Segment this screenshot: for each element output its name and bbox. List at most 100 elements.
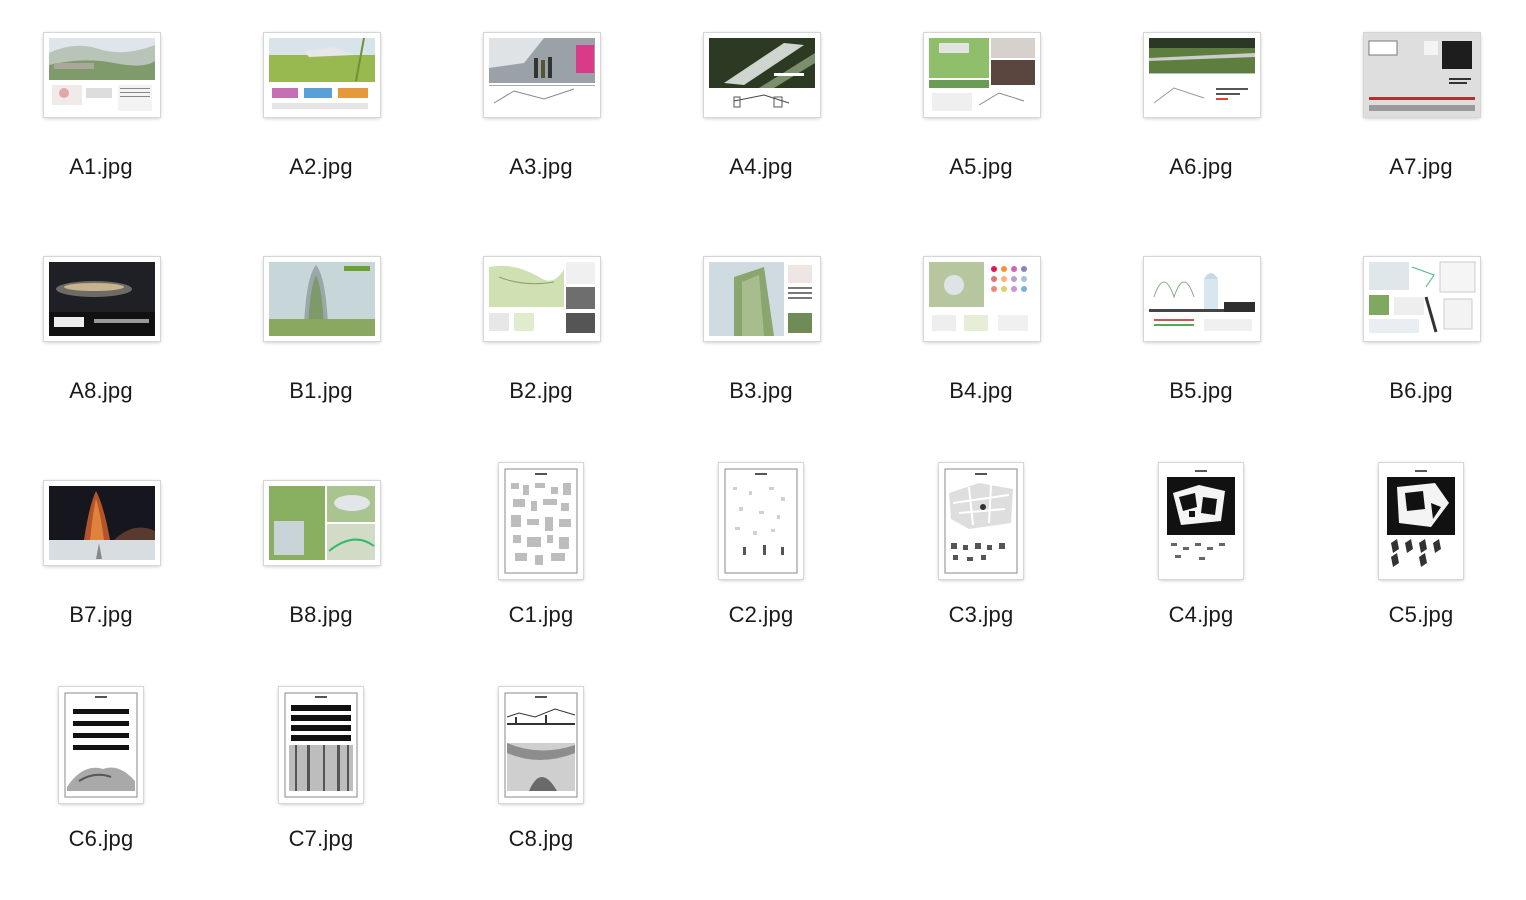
file-name-label[interactable]: C1.jpg bbox=[451, 602, 631, 628]
file-item[interactable]: B3.jpg bbox=[671, 224, 851, 448]
file-item[interactable]: A1.jpg bbox=[11, 0, 191, 224]
file-thumbnail-area[interactable] bbox=[671, 0, 851, 150]
thumbnail-preview bbox=[44, 481, 160, 565]
file-name-label[interactable]: C4.jpg bbox=[1111, 602, 1291, 628]
file-name-label[interactable]: C3.jpg bbox=[891, 602, 1071, 628]
image-thumbnail[interactable] bbox=[1364, 33, 1480, 117]
file-item[interactable]: A7.jpg bbox=[1331, 0, 1511, 224]
thumbnail-preview bbox=[704, 257, 820, 341]
file-thumbnail-area[interactable] bbox=[451, 224, 631, 374]
image-thumbnail[interactable] bbox=[499, 463, 583, 579]
file-name-label[interactable]: B2.jpg bbox=[451, 378, 631, 404]
file-thumbnail-area[interactable] bbox=[671, 224, 851, 374]
image-thumbnail[interactable] bbox=[1144, 33, 1260, 117]
thumbnail-preview bbox=[279, 687, 363, 803]
file-thumbnail-area[interactable] bbox=[891, 448, 1071, 598]
file-name-label[interactable]: A6.jpg bbox=[1111, 154, 1291, 180]
file-name-label[interactable]: B3.jpg bbox=[671, 378, 851, 404]
file-item[interactable]: C5.jpg bbox=[1331, 448, 1511, 672]
image-thumbnail[interactable] bbox=[44, 481, 160, 565]
file-name-label[interactable]: A5.jpg bbox=[891, 154, 1071, 180]
file-name-label[interactable]: B1.jpg bbox=[231, 378, 411, 404]
file-name-label[interactable]: A8.jpg bbox=[11, 378, 191, 404]
image-thumbnail[interactable] bbox=[719, 463, 803, 579]
file-name-label[interactable]: C2.jpg bbox=[671, 602, 851, 628]
image-thumbnail[interactable] bbox=[279, 687, 363, 803]
file-item[interactable]: A4.jpg bbox=[671, 0, 851, 224]
file-thumbnail-area[interactable] bbox=[1331, 448, 1511, 598]
file-thumbnail-area[interactable] bbox=[231, 672, 411, 822]
file-item[interactable]: A2.jpg bbox=[231, 0, 411, 224]
image-thumbnail[interactable] bbox=[704, 33, 820, 117]
file-name-label[interactable]: A7.jpg bbox=[1331, 154, 1511, 180]
file-item[interactable]: C4.jpg bbox=[1111, 448, 1291, 672]
file-thumbnail-area[interactable] bbox=[1331, 224, 1511, 374]
image-thumbnail[interactable] bbox=[704, 257, 820, 341]
file-item[interactable]: A3.jpg bbox=[451, 0, 631, 224]
file-name-label[interactable]: A1.jpg bbox=[11, 154, 191, 180]
image-thumbnail[interactable] bbox=[1144, 257, 1260, 341]
file-item[interactable]: C6.jpg bbox=[11, 672, 191, 896]
file-thumbnail-area[interactable] bbox=[891, 224, 1071, 374]
file-thumbnail-area[interactable] bbox=[231, 448, 411, 598]
image-thumbnail[interactable] bbox=[59, 687, 143, 803]
file-item[interactable]: B1.jpg bbox=[231, 224, 411, 448]
file-name-label[interactable]: C7.jpg bbox=[231, 826, 411, 852]
file-name-label[interactable]: C5.jpg bbox=[1331, 602, 1511, 628]
file-name-label[interactable]: B7.jpg bbox=[11, 602, 191, 628]
image-thumbnail[interactable] bbox=[44, 257, 160, 341]
file-item[interactable]: A5.jpg bbox=[891, 0, 1071, 224]
file-thumbnail-area[interactable] bbox=[1111, 224, 1291, 374]
file-item[interactable]: C3.jpg bbox=[891, 448, 1071, 672]
file-item[interactable]: B2.jpg bbox=[451, 224, 631, 448]
file-name-label[interactable]: B5.jpg bbox=[1111, 378, 1291, 404]
file-thumbnail-area[interactable] bbox=[891, 0, 1071, 150]
file-thumbnail-area[interactable] bbox=[1111, 0, 1291, 150]
file-thumbnail-area[interactable] bbox=[231, 224, 411, 374]
image-thumbnail[interactable] bbox=[1364, 257, 1480, 341]
file-item[interactable]: B5.jpg bbox=[1111, 224, 1291, 448]
image-thumbnail[interactable] bbox=[264, 257, 380, 341]
file-name-label[interactable]: B8.jpg bbox=[231, 602, 411, 628]
file-thumbnail-area[interactable] bbox=[11, 672, 191, 822]
image-thumbnail[interactable] bbox=[1379, 463, 1463, 579]
file-name-label[interactable]: A2.jpg bbox=[231, 154, 411, 180]
file-name-label[interactable]: A4.jpg bbox=[671, 154, 851, 180]
file-thumbnail-area[interactable] bbox=[451, 448, 631, 598]
file-item[interactable]: C8.jpg bbox=[451, 672, 631, 896]
file-item[interactable]: A8.jpg bbox=[11, 224, 191, 448]
file-item[interactable]: B4.jpg bbox=[891, 224, 1071, 448]
file-item[interactable]: B6.jpg bbox=[1331, 224, 1511, 448]
file-thumbnail-area[interactable] bbox=[1331, 0, 1511, 150]
file-item[interactable]: C7.jpg bbox=[231, 672, 411, 896]
image-thumbnail[interactable] bbox=[1159, 463, 1243, 579]
file-thumbnail-area[interactable] bbox=[1111, 448, 1291, 598]
file-name-label[interactable]: B4.jpg bbox=[891, 378, 1071, 404]
file-thumbnail-area[interactable] bbox=[231, 0, 411, 150]
image-thumbnail[interactable] bbox=[939, 463, 1023, 579]
image-thumbnail[interactable] bbox=[499, 687, 583, 803]
file-name-label[interactable]: C6.jpg bbox=[11, 826, 191, 852]
file-name-label[interactable]: A3.jpg bbox=[451, 154, 631, 180]
file-thumbnail-area[interactable] bbox=[11, 448, 191, 598]
file-thumbnail-area[interactable] bbox=[451, 0, 631, 150]
file-thumbnail-area[interactable] bbox=[11, 224, 191, 374]
file-item[interactable]: B7.jpg bbox=[11, 448, 191, 672]
file-thumbnail-area[interactable] bbox=[671, 448, 851, 598]
image-thumbnail[interactable] bbox=[264, 33, 380, 117]
file-thumbnail-area[interactable] bbox=[11, 0, 191, 150]
file-item[interactable]: C1.jpg bbox=[451, 448, 631, 672]
thumbnail-preview bbox=[44, 33, 160, 117]
file-item[interactable]: A6.jpg bbox=[1111, 0, 1291, 224]
file-name-label[interactable]: B6.jpg bbox=[1331, 378, 1511, 404]
image-thumbnail[interactable] bbox=[924, 257, 1040, 341]
image-thumbnail[interactable] bbox=[44, 33, 160, 117]
file-item[interactable]: C2.jpg bbox=[671, 448, 851, 672]
image-thumbnail[interactable] bbox=[484, 33, 600, 117]
image-thumbnail[interactable] bbox=[484, 257, 600, 341]
file-name-label[interactable]: C8.jpg bbox=[451, 826, 631, 852]
image-thumbnail[interactable] bbox=[924, 33, 1040, 117]
file-item[interactable]: B8.jpg bbox=[231, 448, 411, 672]
file-thumbnail-area[interactable] bbox=[451, 672, 631, 822]
image-thumbnail[interactable] bbox=[264, 481, 380, 565]
